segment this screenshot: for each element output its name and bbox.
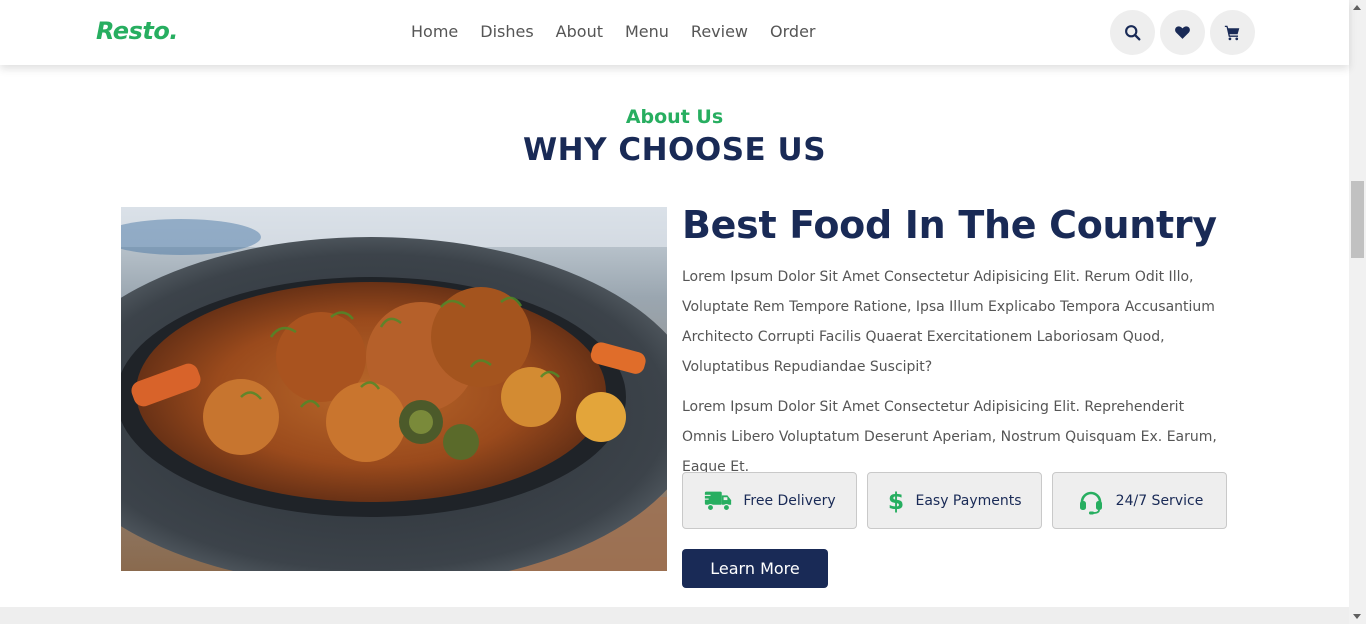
- about-title: Best Food In The Country: [682, 203, 1217, 247]
- cart-button[interactable]: [1210, 10, 1255, 55]
- nav-order[interactable]: Order: [770, 21, 815, 43]
- wishlist-button[interactable]: [1160, 10, 1205, 55]
- search-button[interactable]: [1110, 10, 1155, 55]
- feature-label: Easy Payments: [915, 492, 1022, 509]
- truck-icon: [703, 491, 732, 511]
- feature-247-service[interactable]: 24/7 Service: [1052, 472, 1227, 529]
- site-header: Resto. Home Dishes About Menu Review Ord…: [0, 0, 1349, 65]
- main-nav: Home Dishes About Menu Review Order: [400, 21, 826, 43]
- about-paragraph-2: Lorem Ipsum Dolor Sit Amet Consectetur A…: [682, 399, 1217, 475]
- heart-icon: [1175, 26, 1190, 39]
- nav-about[interactable]: About: [556, 21, 603, 43]
- logo[interactable]: Resto.: [96, 17, 178, 45]
- cart-icon: [1224, 25, 1240, 41]
- food-image: [121, 207, 667, 571]
- nav-dishes[interactable]: Dishes: [480, 21, 533, 43]
- headset-icon: [1079, 491, 1102, 514]
- scrollbar-thumb[interactable]: [1351, 181, 1364, 258]
- nav-home[interactable]: Home: [411, 21, 458, 43]
- section-subheading: About Us: [625, 106, 724, 128]
- features-row: Free Delivery $ Easy Payments 24/7 Servi…: [682, 472, 1227, 529]
- about-paragraph-1: Lorem Ipsum Dolor Sit Amet Consectetur A…: [682, 269, 1215, 375]
- search-icon: [1125, 25, 1141, 41]
- section-heading: WHY CHOOSE US: [522, 132, 827, 168]
- scroll-down-arrow-icon[interactable]: [1353, 614, 1361, 619]
- next-section-band: [0, 607, 1349, 624]
- nav-menu[interactable]: Menu: [625, 21, 669, 43]
- page: Resto. Home Dishes About Menu Review Ord…: [0, 0, 1366, 624]
- learn-more-button[interactable]: Learn More: [682, 549, 828, 588]
- feature-free-delivery[interactable]: Free Delivery: [682, 472, 857, 529]
- about-content: Best Food In The Country Lorem Ipsum Dol…: [682, 200, 1242, 588]
- scroll-up-arrow-icon[interactable]: [1353, 5, 1361, 10]
- svg-text:$: $: [888, 487, 904, 515]
- feature-label: 24/7 Service: [1115, 492, 1204, 509]
- header-icons: [1110, 10, 1255, 55]
- dollar-icon: $: [888, 487, 904, 515]
- scrollbar[interactable]: [1349, 0, 1366, 624]
- feature-label: Free Delivery: [743, 492, 836, 509]
- nav-review[interactable]: Review: [691, 21, 748, 43]
- feature-easy-payments[interactable]: $ Easy Payments: [867, 472, 1042, 529]
